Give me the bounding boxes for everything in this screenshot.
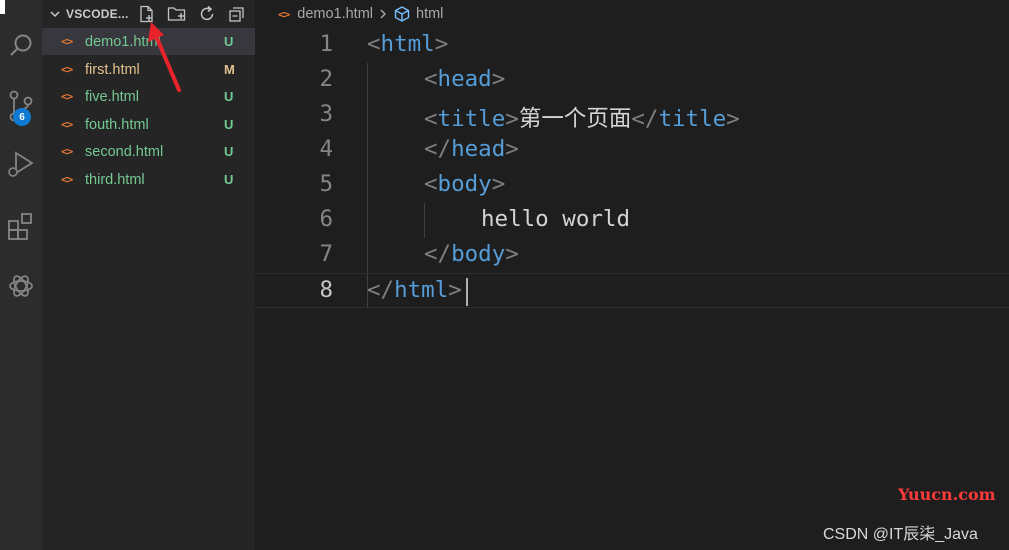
line-number: 8 xyxy=(319,277,333,303)
text-cursor xyxy=(466,278,468,306)
watermark-site: Yuucn.com xyxy=(898,485,996,504)
code-text: </html> xyxy=(367,277,462,303)
code-line[interactable]: 8 </html> xyxy=(255,273,1009,308)
line-number: 3 xyxy=(319,101,333,127)
code-text: <head> xyxy=(424,66,506,92)
tag-name: body xyxy=(451,241,506,267)
tag-name: html xyxy=(380,31,435,57)
tag-name: title xyxy=(658,106,727,132)
line-number: 1 xyxy=(319,31,333,57)
code-text: </head> xyxy=(424,136,519,162)
line-number: 7 xyxy=(319,241,333,267)
watermark-author: CSDN @IT辰柒_Java xyxy=(823,526,978,543)
tag-name: body xyxy=(437,171,492,197)
code-text: <title>第一个页面</title> xyxy=(424,106,740,132)
breadcrumb-symbol[interactable]: html xyxy=(416,6,443,22)
code-line[interactable]: 2 <head> xyxy=(255,63,1009,98)
code-line[interactable]: 7 </body> xyxy=(255,238,1009,273)
chevron-right-icon xyxy=(380,9,387,19)
code-line[interactable]: 4 </head> xyxy=(255,133,1009,168)
line-number: 2 xyxy=(319,66,333,92)
code-text: </body> xyxy=(424,241,519,267)
tag-name: html xyxy=(394,277,449,303)
line-number: 5 xyxy=(319,171,333,197)
code-line[interactable]: 5 <body> xyxy=(255,168,1009,203)
code-editor[interactable]: 1 <html> 2 <head> 3 <title>第一个页面</title> 4 </he… xyxy=(255,28,1009,550)
code-line[interactable]: 1 <html> xyxy=(255,28,1009,63)
symbol-element-icon xyxy=(394,6,410,22)
tag-name: title xyxy=(437,106,506,132)
breadcrumb: <> demo1.html html xyxy=(278,4,443,24)
line-number: 6 xyxy=(319,206,333,232)
breadcrumb-file[interactable]: demo1.html xyxy=(297,6,373,22)
code-text: hello world xyxy=(481,206,630,232)
html-file-icon: <> xyxy=(278,7,290,21)
code-text: <body> xyxy=(424,171,506,197)
tag-name: head xyxy=(451,136,506,162)
code-line[interactable]: 6 hello world xyxy=(255,203,1009,238)
code-text: <html> xyxy=(367,31,449,57)
text-content: hello world xyxy=(481,206,631,232)
code-line[interactable]: 3 <title>第一个页面</title> xyxy=(255,98,1009,133)
tag-name: head xyxy=(437,66,492,92)
line-number: 4 xyxy=(319,136,333,162)
text-content: 第一个页面 xyxy=(518,106,632,132)
